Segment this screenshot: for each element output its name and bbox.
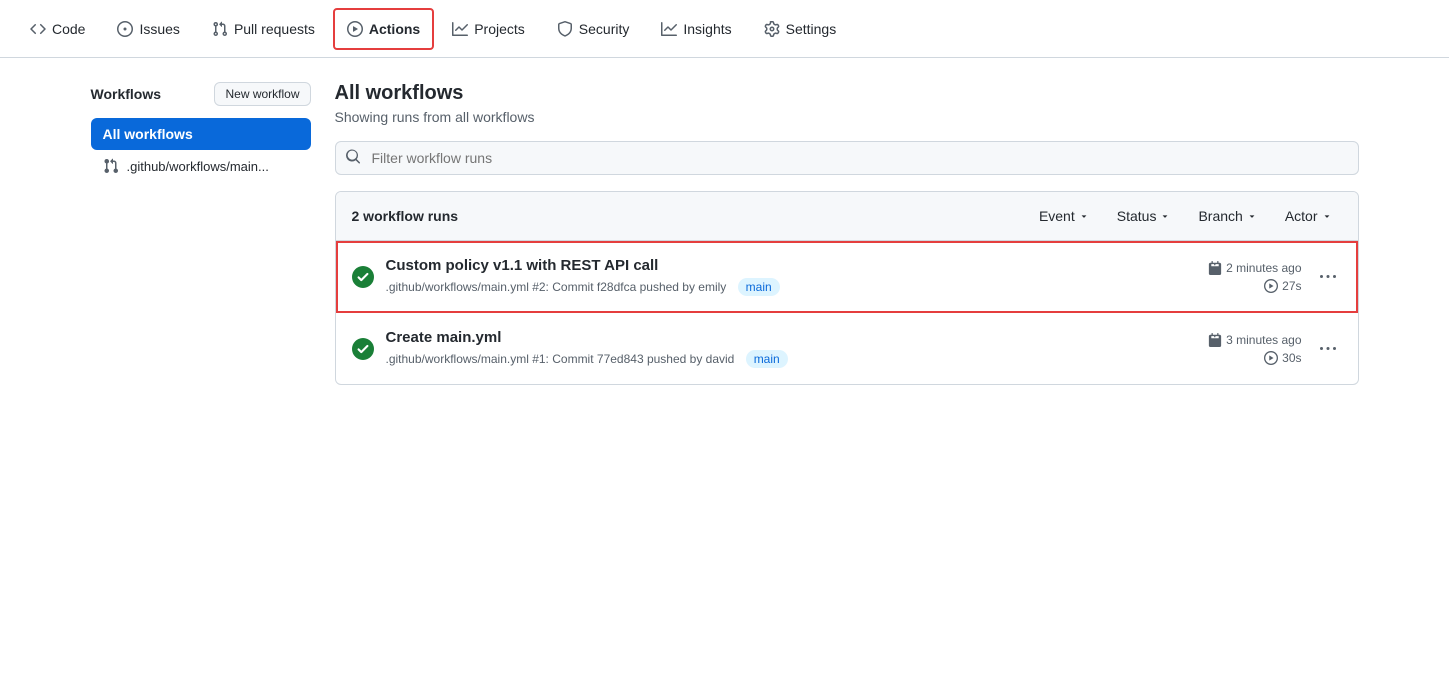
status-filter-label: Status	[1117, 208, 1157, 224]
security-icon	[557, 21, 573, 37]
page-subtitle: Showing runs from all workflows	[335, 109, 1359, 125]
sidebar-item-main-workflow[interactable]: .github/workflows/main...	[91, 152, 311, 180]
new-workflow-button[interactable]: New workflow	[214, 82, 310, 106]
run-meta-text-1: .github/workflows/main.yml #2: Commit f2…	[386, 280, 727, 294]
nav-code-label: Code	[52, 21, 85, 37]
main-content: All workflows Showing runs from all work…	[335, 82, 1359, 385]
settings-icon	[764, 21, 780, 37]
run-row-2[interactable]: Create main.yml .github/workflows/main.y…	[336, 313, 1358, 384]
chevron-down-icon	[1322, 211, 1332, 221]
run-branch-badge-2[interactable]: main	[746, 350, 788, 368]
actor-filter-button[interactable]: Actor	[1275, 204, 1342, 228]
nav-item-actions[interactable]: Actions	[333, 8, 434, 50]
run-meta-2: .github/workflows/main.yml #1: Commit 77…	[386, 350, 1170, 368]
run-title-2[interactable]: Create main.yml	[386, 329, 1170, 346]
run-status-success-icon-2	[352, 338, 374, 360]
run-duration-line-1: 27s	[1182, 279, 1302, 293]
run-title-1[interactable]: Custom policy v1.1 with REST API call	[386, 257, 1170, 274]
sidebar: Workflows New workflow All workflows .gi…	[91, 82, 311, 385]
run-time-ago-1: 2 minutes ago	[1226, 261, 1301, 275]
run-more-button-2[interactable]	[1314, 335, 1342, 363]
calendar-icon-1	[1208, 261, 1222, 275]
runs-count: 2 workflow runs	[352, 208, 1029, 224]
page-layout: Workflows New workflow All workflows .gi…	[75, 58, 1375, 409]
status-filter-button[interactable]: Status	[1107, 204, 1181, 228]
nav-projects-label: Projects	[474, 21, 525, 37]
event-filter-button[interactable]: Event	[1029, 204, 1099, 228]
sidebar-item-all-workflows[interactable]: All workflows	[91, 118, 311, 150]
branch-filter-button[interactable]: Branch	[1188, 204, 1266, 228]
nav-insights-label: Insights	[683, 21, 731, 37]
run-more-button-1[interactable]	[1314, 263, 1342, 291]
nav-item-settings[interactable]: Settings	[750, 8, 851, 50]
nav-security-label: Security	[579, 21, 630, 37]
run-row-1[interactable]: Custom policy v1.1 with REST API call .g…	[336, 241, 1358, 313]
runs-table-header: 2 workflow runs Event Status	[336, 192, 1358, 241]
run-meta-text-2: .github/workflows/main.yml #1: Commit 77…	[386, 352, 735, 366]
nav-issues-label: Issues	[139, 21, 179, 37]
run-info-1: Custom policy v1.1 with REST API call .g…	[386, 257, 1170, 296]
clock-icon-2	[1264, 351, 1278, 365]
run-duration-1: 27s	[1282, 279, 1301, 293]
nav-settings-label: Settings	[786, 21, 837, 37]
runs-filters: Event Status Branch	[1029, 204, 1342, 228]
nav-pr-label: Pull requests	[234, 21, 315, 37]
actor-filter-label: Actor	[1285, 208, 1318, 224]
projects-icon	[452, 21, 468, 37]
filter-workflow-runs-input[interactable]	[335, 141, 1359, 175]
workflow-runs-table: 2 workflow runs Event Status	[335, 191, 1359, 385]
run-status-success-icon-1	[352, 266, 374, 288]
main-workflow-label: .github/workflows/main...	[127, 159, 269, 174]
run-info-2: Create main.yml .github/workflows/main.y…	[386, 329, 1170, 368]
run-time-1: 2 minutes ago 27s	[1182, 261, 1302, 293]
calendar-icon-2	[1208, 333, 1222, 347]
filter-search-icon	[345, 149, 361, 168]
sidebar-title: Workflows	[91, 86, 162, 102]
chevron-down-icon	[1160, 211, 1170, 221]
nav-item-security[interactable]: Security	[543, 8, 644, 50]
event-filter-label: Event	[1039, 208, 1075, 224]
run-time-2: 3 minutes ago 30s	[1182, 333, 1302, 365]
nav-item-issues[interactable]: Issues	[103, 8, 193, 50]
run-duration-line-2: 30s	[1182, 351, 1302, 365]
insights-icon	[661, 21, 677, 37]
nav-item-pullrequests[interactable]: Pull requests	[198, 8, 329, 50]
chevron-down-icon	[1247, 211, 1257, 221]
run-time-ago-2: 3 minutes ago	[1226, 333, 1301, 347]
nav-item-projects[interactable]: Projects	[438, 8, 539, 50]
run-meta-1: .github/workflows/main.yml #2: Commit f2…	[386, 278, 1170, 296]
pr-icon	[212, 21, 228, 37]
run-duration-2: 30s	[1282, 351, 1301, 365]
nav-item-code[interactable]: Code	[16, 8, 99, 50]
chevron-down-icon	[1079, 211, 1089, 221]
code-icon	[30, 21, 46, 37]
nav-item-insights[interactable]: Insights	[647, 8, 745, 50]
top-nav: Code Issues Pull requests Actions	[0, 0, 1449, 58]
run-time-line-2: 3 minutes ago	[1182, 333, 1302, 347]
all-workflows-label: All workflows	[103, 126, 193, 142]
nav-actions-label: Actions	[369, 21, 420, 37]
filter-container	[335, 141, 1359, 175]
run-branch-badge-1[interactable]: main	[738, 278, 780, 296]
page-title: All workflows	[335, 82, 1359, 105]
run-time-line-1: 2 minutes ago	[1182, 261, 1302, 275]
clock-icon-1	[1264, 279, 1278, 293]
branch-filter-label: Branch	[1198, 208, 1242, 224]
actions-icon	[347, 21, 363, 37]
sidebar-header: Workflows New workflow	[91, 82, 311, 106]
issues-icon	[117, 21, 133, 37]
workflow-file-icon	[103, 158, 119, 174]
